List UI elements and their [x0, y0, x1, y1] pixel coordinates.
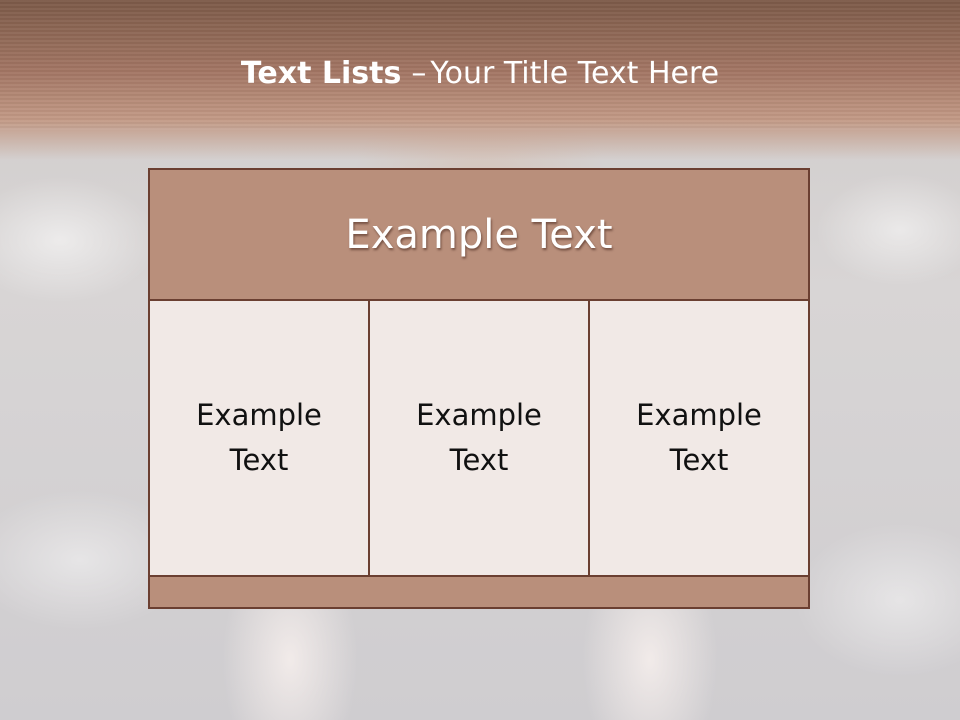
diagram-column-2[interactable]: Example Text — [368, 299, 590, 577]
diagram-column-3[interactable]: Example Text — [588, 299, 810, 577]
diagram-footer-bar — [148, 575, 810, 609]
diagram-column-1-text: Example Text — [196, 398, 322, 477]
text-list-diagram: Example Text Example Text Example Text E… — [148, 168, 810, 609]
slide-title: Text Lists – Your Title Text Here — [0, 52, 960, 96]
slide-title-bold: Text Lists — [240, 56, 402, 91]
diagram-header-box[interactable]: Example Text — [148, 168, 810, 301]
diagram-column-2-text: Example Text — [416, 398, 542, 477]
diagram-column-3-text: Example Text — [636, 398, 762, 477]
slide-title-separator: – — [411, 56, 427, 91]
diagram-header-text: Example Text — [345, 211, 613, 258]
slide-title-rest: Your Title Text Here — [430, 56, 720, 91]
diagram-column-1[interactable]: Example Text — [148, 299, 370, 577]
